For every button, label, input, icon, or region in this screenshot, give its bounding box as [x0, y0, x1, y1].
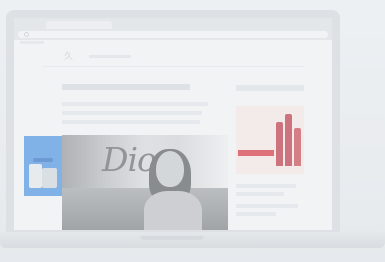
article-headline[interactable]: [62, 84, 190, 90]
model-body: [144, 191, 202, 230]
header-divider: [42, 66, 304, 67]
laptop-base: [0, 232, 385, 248]
address-bar[interactable]: [18, 31, 328, 38]
hero-image[interactable]: Dior: [62, 135, 228, 230]
sidebar-link[interactable]: [236, 184, 296, 188]
laptop-notch: [140, 236, 204, 240]
right-ad-button[interactable]: [238, 150, 274, 156]
text-line: [62, 111, 202, 115]
lipstick-icon: [285, 114, 292, 166]
model-face: [156, 151, 184, 187]
browser-window: 久 Dior: [14, 18, 332, 230]
right-banner-ad[interactable]: [236, 106, 304, 174]
reload-icon[interactable]: [24, 32, 29, 37]
bookmark-bar-item[interactable]: [20, 41, 44, 44]
text-line: [62, 102, 208, 106]
text-line: [62, 120, 200, 124]
phone-icon: [42, 168, 57, 188]
lipstick-icon: [276, 122, 283, 166]
sidebar-link[interactable]: [236, 204, 298, 208]
sidebar-link[interactable]: [236, 212, 276, 216]
browser-tab[interactable]: [46, 21, 112, 29]
laptop-body: 久 Dior: [6, 10, 340, 238]
phone-icon: [29, 164, 42, 188]
sidebar-heading: [236, 85, 304, 91]
browser-chrome: [14, 18, 332, 40]
lipstick-icon: [294, 128, 301, 166]
site-logo[interactable]: 久: [64, 52, 84, 61]
left-banner-ad[interactable]: [24, 136, 62, 196]
sidebar-link[interactable]: [236, 192, 284, 196]
site-name[interactable]: [89, 55, 131, 58]
scene: 久 Dior: [0, 0, 385, 262]
left-ad-button[interactable]: [33, 158, 53, 162]
